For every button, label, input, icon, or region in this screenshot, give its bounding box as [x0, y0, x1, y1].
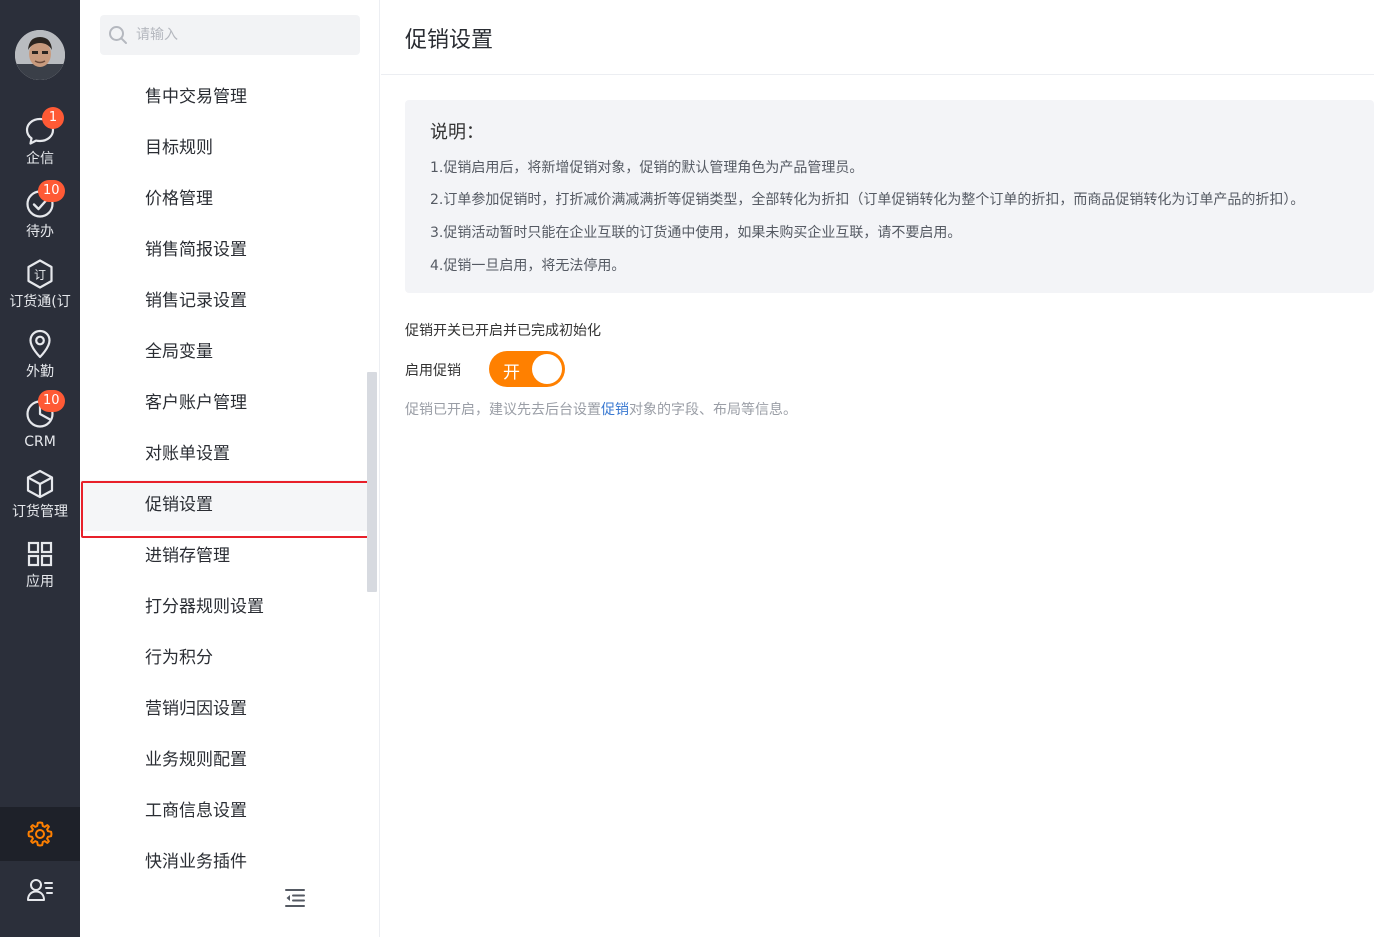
- gear-icon: [27, 821, 53, 847]
- menu-list: 售中交易管理 目标规则 价格管理 销售简报设置 销售记录设置 全局变量 客户账户…: [80, 72, 370, 870]
- sidebar-item-todo[interactable]: 10 待办: [0, 180, 80, 252]
- hint-before: 促销已开启，建议先去后台设置: [405, 402, 601, 418]
- notice-line: 4.促销一旦启用，将无法停用。: [430, 258, 626, 274]
- menu-item[interactable]: 业务规则配置: [80, 735, 370, 786]
- init-status-text: 促销开关已开启并已完成初始化: [405, 323, 601, 339]
- search-icon: [109, 26, 127, 44]
- hint-text: 促销已开启，建议先去后台设置促销对象的字段、布局等信息。: [405, 399, 797, 419]
- notice-box: 说明： 1.促销启用后，将新增促销对象，促销的默认管理角色为产品管理员。 2.订…: [405, 100, 1374, 293]
- main-content: 促销设置 说明： 1.促销启用后，将新增促销对象，促销的默认管理角色为产品管理员…: [381, 0, 1374, 937]
- order-hexagon-icon: 订: [27, 259, 53, 289]
- menu-item[interactable]: 目标规则: [80, 123, 370, 174]
- menu-item[interactable]: 进销存管理: [80, 531, 370, 582]
- sidebar-item-label: 应用: [26, 574, 54, 590]
- page-title: 促销设置: [405, 28, 494, 53]
- collapse-icon: [285, 889, 305, 907]
- svg-text:订: 订: [34, 268, 46, 282]
- menu-item[interactable]: 行为积分: [80, 633, 370, 684]
- user-list-icon: [27, 879, 53, 901]
- collapse-menu-button[interactable]: [283, 886, 307, 910]
- toggle-knob: [532, 354, 562, 384]
- sidebar-item-order-management[interactable]: 订货管理: [0, 468, 80, 532]
- menu-item-promotion-settings[interactable]: 促销设置: [80, 480, 370, 538]
- menu-item[interactable]: 快消业务插件: [80, 837, 370, 870]
- notice-line: 3.促销活动暂时只能在企业互联的订货通中使用，如果未购买企业互联，请不要启用。: [430, 225, 962, 241]
- menu-search: [100, 15, 360, 55]
- menu-item[interactable]: 售中交易管理: [80, 72, 370, 123]
- hint-after: 对象的字段、布局等信息。: [629, 402, 797, 418]
- menu-item[interactable]: 销售记录设置: [80, 276, 370, 327]
- settings-menu: 售中交易管理 目标规则 价格管理 销售简报设置 销售记录设置 全局变量 客户账户…: [80, 0, 380, 937]
- sidebar-item-label: CRM: [24, 434, 56, 450]
- crm-badge: 10: [38, 390, 65, 412]
- notice-title: 说明：: [430, 122, 484, 143]
- sidebar-item-label: 待办: [26, 224, 54, 240]
- sidebar-item-dinghuotong[interactable]: 订 订货通(订: [0, 258, 80, 322]
- menu-item[interactable]: 销售简报设置: [80, 225, 370, 276]
- cube-icon: [26, 469, 54, 499]
- sidebar-item-label: 企信: [26, 151, 54, 167]
- todo-badge: 10: [38, 180, 65, 202]
- sidebar-item-label: 订货管理: [12, 504, 68, 520]
- notice-line: 1.促销启用后，将新增促销对象，促销的默认管理角色为产品管理员。: [430, 160, 864, 176]
- location-pin-icon: [29, 329, 51, 359]
- unread-badge: 1: [42, 107, 64, 129]
- menu-item[interactable]: 价格管理: [80, 174, 370, 225]
- notice-line: 2.订单参加促销时，打折减价满减满折等促销类型，全部转化为折扣（订单促销转化为整…: [430, 192, 1305, 208]
- search-input[interactable]: [136, 15, 351, 55]
- toggle-label: 启用促销: [405, 363, 461, 379]
- menu-item[interactable]: 全局变量: [80, 327, 370, 378]
- avatar[interactable]: [15, 30, 65, 80]
- sidebar-item-waiqin[interactable]: 外勤: [0, 328, 80, 392]
- menu-item[interactable]: 对账单设置: [80, 429, 370, 480]
- sidebar-item-label: 订货通(订: [9, 294, 71, 310]
- left-rail: 1 企信 10 待办 订 订货通(订 外勤 10 CRM 订货管理 应用: [0, 0, 80, 937]
- sidebar-item-qixin[interactable]: 1 企信: [0, 107, 80, 179]
- contacts-button[interactable]: [0, 862, 80, 918]
- menu-item[interactable]: 打分器规则设置: [80, 582, 370, 633]
- sidebar-item-crm[interactable]: 10 CRM: [0, 390, 80, 462]
- enable-promotion-toggle[interactable]: 开: [489, 351, 565, 387]
- menu-scrollbar[interactable]: [367, 372, 377, 592]
- grid-apps-icon: [27, 541, 53, 567]
- sidebar-item-label: 外勤: [26, 364, 54, 380]
- sidebar-item-apps[interactable]: 应用: [0, 538, 80, 602]
- title-divider: [381, 74, 1374, 75]
- settings-button[interactable]: [0, 807, 80, 861]
- promotion-object-link[interactable]: 促销: [601, 402, 629, 418]
- menu-item[interactable]: 客户账户管理: [80, 378, 370, 429]
- menu-item[interactable]: 营销归因设置: [80, 684, 370, 735]
- menu-item[interactable]: 工商信息设置: [80, 786, 370, 837]
- toggle-state-text: 开: [503, 363, 520, 383]
